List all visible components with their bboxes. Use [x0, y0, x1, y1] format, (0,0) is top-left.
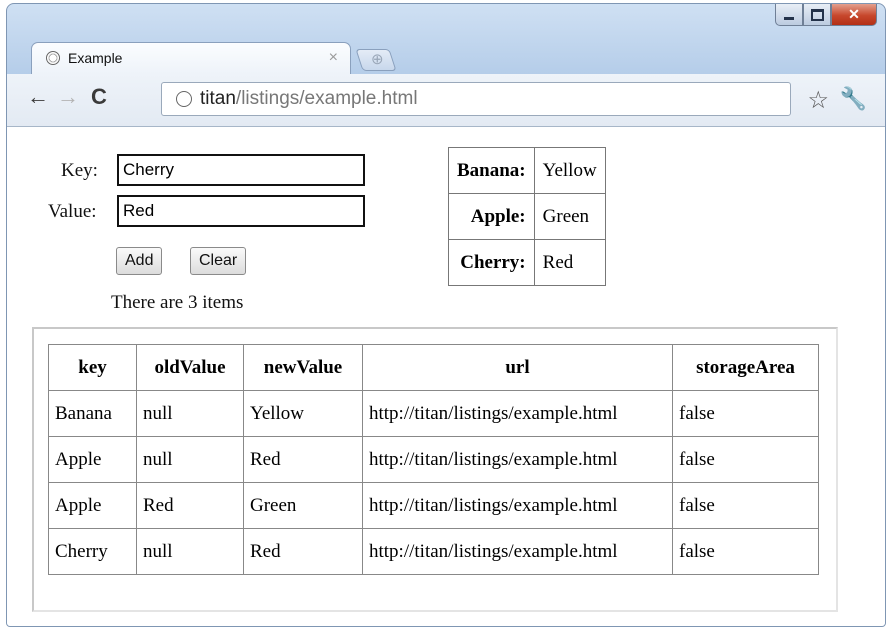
cell-url: http://titan/listings/example.html: [362, 390, 673, 437]
url-text: titan/listings/example.html: [200, 88, 418, 110]
clear-button[interactable]: Clear: [190, 247, 247, 275]
table-row: Apple Red Green http://titan/listings/ex…: [48, 482, 819, 529]
column-header: newValue: [243, 344, 363, 391]
address-bar[interactable]: titan/listings/example.html: [161, 82, 791, 116]
url-host: titan: [200, 88, 236, 109]
key-label: Key:: [61, 160, 98, 181]
cell-url: http://titan/listings/example.html: [362, 482, 673, 529]
caption-buttons: ✕: [775, 4, 877, 32]
cell-new-value: Red: [243, 528, 363, 575]
browser-window: ✕ Example × ⊕ ← → C titan/listings/examp…: [6, 3, 886, 627]
cell-storage-area: false: [672, 436, 819, 483]
tab-example[interactable]: Example ×: [31, 42, 351, 74]
cell-key: Apple: [48, 482, 137, 529]
cell-new-value: Green: [243, 482, 363, 529]
url-path: /listings/example.html: [235, 88, 418, 109]
cell-old-value: Red: [136, 482, 244, 529]
column-header: storageArea: [672, 344, 819, 391]
table-row: Apple: Green: [448, 193, 606, 240]
cell-old-value: null: [136, 528, 244, 575]
cell-storage-area: false: [672, 482, 819, 529]
value-label: Value:: [48, 201, 97, 222]
storage-value: Green: [533, 193, 606, 240]
column-header: oldValue: [136, 344, 244, 391]
close-window-button[interactable]: ✕: [831, 4, 877, 26]
events-panel: key oldValue newValue url storageArea Ba…: [32, 327, 838, 612]
forward-arrow-icon[interactable]: →: [57, 84, 79, 110]
column-header: key: [48, 344, 137, 391]
globe-icon: [46, 51, 60, 65]
maximize-button[interactable]: [803, 4, 831, 26]
cell-new-value: Yellow: [243, 390, 363, 437]
cell-old-value: null: [136, 390, 244, 437]
minimize-button[interactable]: [775, 4, 803, 26]
star-icon[interactable]: ☆: [807, 86, 829, 115]
tab-title: Example: [68, 50, 123, 66]
storage-key: Apple:: [448, 193, 535, 240]
tab-close-icon[interactable]: ×: [329, 49, 338, 67]
table-row: Cherry null Red http://titan/listings/ex…: [48, 528, 819, 575]
cell-key: Cherry: [48, 528, 137, 575]
wrench-icon[interactable]: 🔧: [840, 86, 867, 112]
storage-table: Banana: Yellow Apple: Green Cherry: Red: [448, 147, 606, 286]
cell-storage-area: false: [672, 390, 819, 437]
cell-key: Banana: [48, 390, 137, 437]
reload-icon[interactable]: C: [91, 84, 107, 110]
cell-url: http://titan/listings/example.html: [362, 436, 673, 483]
cell-url: http://titan/listings/example.html: [362, 528, 673, 575]
title-bar: ✕ Example × ⊕: [7, 4, 885, 74]
storage-key: Cherry:: [448, 239, 535, 286]
maximize-icon: [810, 8, 824, 21]
item-count: There are 3 items: [111, 292, 244, 313]
column-header: url: [362, 344, 673, 391]
key-input[interactable]: [117, 154, 365, 186]
globe-icon: [176, 91, 192, 107]
table-row: Apple null Red http://titan/listings/exa…: [48, 436, 819, 483]
storage-value: Yellow: [533, 147, 606, 194]
cell-old-value: null: [136, 436, 244, 483]
cell-storage-area: false: [672, 528, 819, 575]
toolbar: ← → C titan/listings/example.html ☆ 🔧: [7, 74, 885, 127]
close-icon: ✕: [848, 6, 860, 22]
table-row: Banana null Yellow http://titan/listings…: [48, 390, 819, 437]
plus-icon: ⊕: [371, 51, 384, 68]
table-row: Cherry: Red: [448, 239, 606, 286]
back-arrow-icon[interactable]: ←: [27, 84, 49, 110]
cell-new-value: Red: [243, 436, 363, 483]
cell-key: Apple: [48, 436, 137, 483]
events-table: key oldValue newValue url storageArea Ba…: [48, 344, 819, 575]
header-row: key oldValue newValue url storageArea: [48, 344, 819, 391]
page-content: Key: Value: Add Clear There are 3 items …: [7, 127, 885, 626]
storage-key: Banana:: [448, 147, 535, 194]
minimize-icon: [784, 17, 794, 20]
table-row: Banana: Yellow: [448, 147, 606, 194]
value-input[interactable]: [117, 195, 365, 227]
add-button[interactable]: Add: [116, 247, 163, 275]
storage-value: Red: [533, 239, 606, 286]
